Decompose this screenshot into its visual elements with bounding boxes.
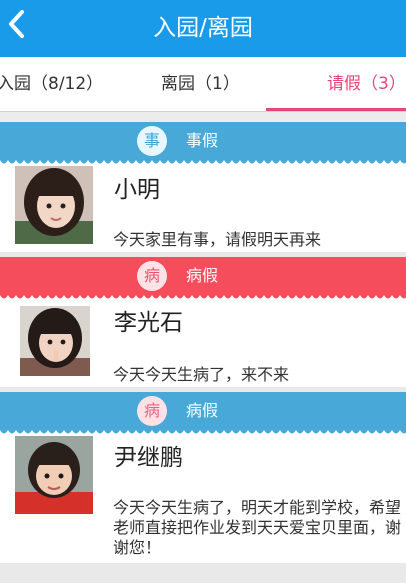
leave-type-badge: 病 <box>137 396 167 426</box>
leave-type-label: 病假 <box>186 266 219 285</box>
leave-note: 今天今天生病了，明天才能到学校，希望老师直接把作业发到天天爱宝贝里面，谢谢您！ <box>113 498 402 557</box>
tab-leave[interactable]: 请假（3） <box>327 57 406 111</box>
tab-check-in[interactable]: 入园（8/12） <box>0 57 103 111</box>
leave-type-band: 事 事假 <box>0 122 406 160</box>
leave-type-badge: 病 <box>137 261 167 291</box>
leave-note: 今天今天生病了，来不来 <box>113 365 290 384</box>
leave-type-band: 病 病假 <box>0 392 406 430</box>
leave-note: 今天家里有事，请假明天再来 <box>113 230 322 249</box>
avatar <box>15 166 93 244</box>
divider <box>0 112 406 122</box>
tab-check-out[interactable]: 离园（1） <box>161 57 240 111</box>
child-name: 李光石 <box>114 310 183 336</box>
child-name: 尹继鹏 <box>114 445 183 471</box>
leave-type-band: 病 病假 <box>0 257 406 295</box>
avatar <box>20 306 90 376</box>
top-bar: 入园/离园 <box>0 0 406 57</box>
leave-type-badge: 事 <box>137 126 167 156</box>
avatar <box>15 436 93 514</box>
leave-card[interactable]: 李光石 今天今天生病了，来不来 <box>0 301 406 387</box>
leave-card[interactable]: 尹继鹏 今天今天生病了，明天才能到学校，希望老师直接把作业发到天天爱宝贝里面，谢… <box>0 436 406 563</box>
tab-bar: 入园（8/12） 离园（1） 请假（3） <box>0 57 406 112</box>
leave-type-label: 病假 <box>186 401 219 420</box>
page-title: 入园/离园 <box>153 15 253 41</box>
leave-type-label: 事假 <box>186 131 219 150</box>
child-name: 小明 <box>114 177 160 203</box>
active-tab-indicator <box>266 108 406 111</box>
leave-card[interactable]: 小明 今天家里有事，请假明天再来 <box>0 166 406 252</box>
